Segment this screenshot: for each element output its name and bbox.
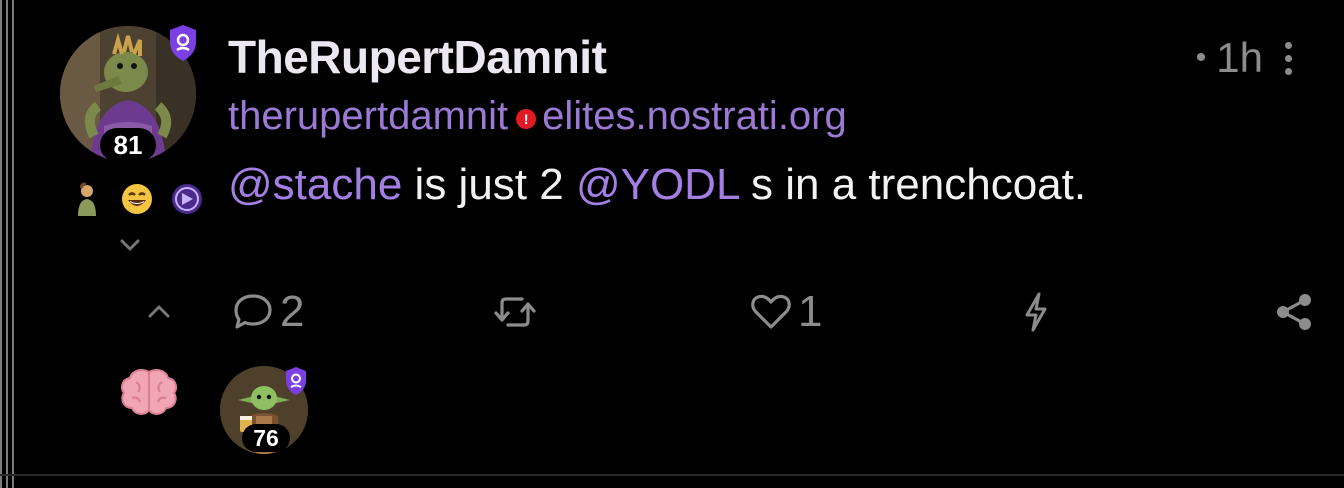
warning-icon: ! xyxy=(516,108,537,129)
share-button[interactable] xyxy=(1272,280,1318,344)
avatar-score-badge: 81 xyxy=(100,128,156,162)
action-bar: 2 1 xyxy=(0,280,1344,344)
thread-guides xyxy=(0,0,24,488)
handle-username: therupertdamnit xyxy=(228,94,509,138)
post-content: @stache is just 2 @YODL s in a trenchcoa… xyxy=(228,160,1086,210)
note-card: 81 TheRupertDamnit therupertdamnit ! eli… xyxy=(0,0,1344,488)
expand-chevron-down-icon[interactable] xyxy=(116,236,144,259)
like-button[interactable]: 1 xyxy=(748,280,822,344)
reply-verified-shield-icon xyxy=(284,366,308,401)
zap-button[interactable] xyxy=(1016,280,1056,344)
zap-icon xyxy=(1025,292,1047,332)
handle-domain: elites.nostrati.org xyxy=(542,94,847,138)
author-display-name[interactable]: TheRupertDamnit xyxy=(228,30,607,84)
badge-person-icon xyxy=(70,182,104,216)
brain-icon[interactable] xyxy=(118,366,180,418)
content-text: is just 2 xyxy=(402,160,576,209)
thread-guide-line xyxy=(0,0,2,488)
reply-icon xyxy=(234,294,272,329)
post-meta: • 1h xyxy=(1196,34,1292,82)
badge-logo-icon xyxy=(170,182,204,216)
thread-guide-line xyxy=(6,0,8,488)
repost-button[interactable] xyxy=(490,280,540,344)
collapse-chevron-up-icon[interactable] xyxy=(142,280,176,344)
verified-shield-icon xyxy=(168,24,198,67)
profile-badges xyxy=(70,182,204,216)
share-icon xyxy=(1277,294,1311,330)
badge-grin-icon xyxy=(120,182,154,216)
heart-icon xyxy=(751,294,791,329)
repost-icon xyxy=(494,297,536,327)
mention-link[interactable]: @stache xyxy=(228,160,402,209)
like-count: 1 xyxy=(798,287,823,336)
kebab-menu-icon[interactable] xyxy=(1285,41,1292,75)
time-bullet: • xyxy=(1195,41,1207,74)
post-timestamp[interactable]: 1h xyxy=(1216,34,1263,82)
reply-count: 2 xyxy=(280,287,305,336)
author-handle[interactable]: therupertdamnit ! elites.nostrati.org xyxy=(228,94,847,139)
reply-button[interactable]: 2 xyxy=(230,280,304,344)
thread-guide-line xyxy=(12,0,14,488)
content-text: s in a trenchcoat. xyxy=(738,160,1087,209)
divider xyxy=(0,474,1344,476)
mention-link[interactable]: @YODL xyxy=(576,160,739,209)
reply-score-badge: 76 xyxy=(242,424,290,452)
reactions-row xyxy=(118,366,180,418)
